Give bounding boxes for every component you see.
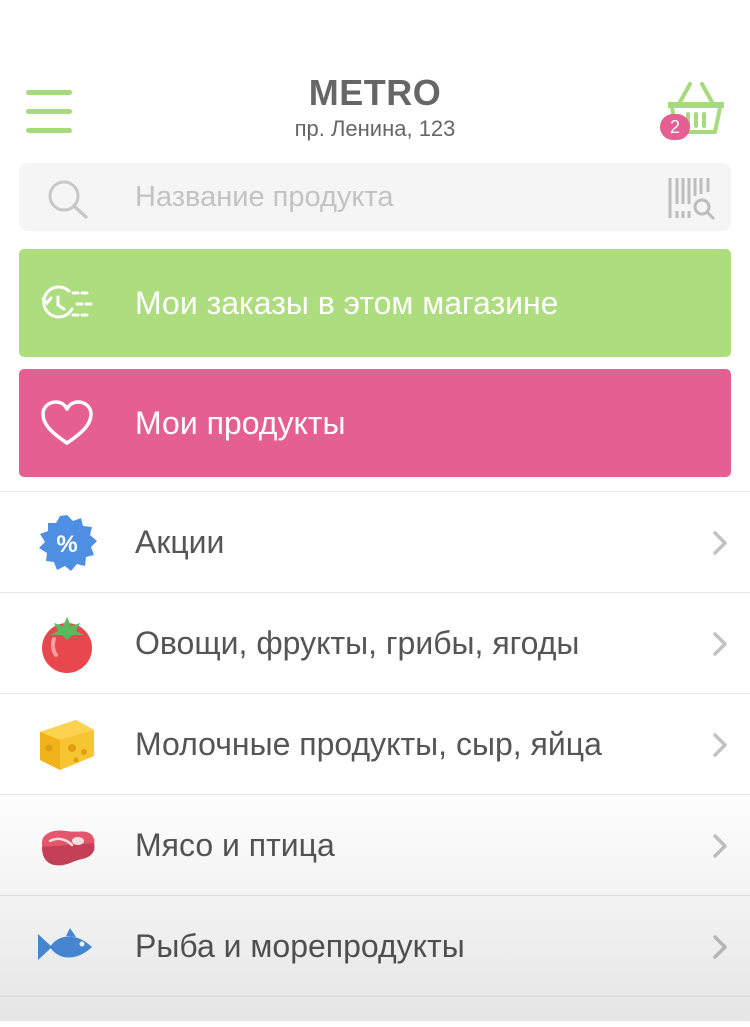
barcode-scan-icon[interactable] bbox=[667, 176, 715, 220]
category-label: Рыба и морепродукты bbox=[135, 928, 465, 964]
cheese-icon bbox=[40, 720, 94, 770]
search-bar[interactable] bbox=[19, 163, 731, 231]
category-item-promotions[interactable]: % Акции bbox=[0, 491, 750, 592]
my-products-button[interactable]: Мои продукты bbox=[19, 369, 731, 477]
category-item-next bbox=[0, 996, 750, 1027]
chevron-right-icon bbox=[713, 834, 727, 858]
chevron-right-icon bbox=[713, 935, 727, 959]
svg-text:%: % bbox=[56, 531, 77, 558]
store-address[interactable]: пр. Ленина, 123 bbox=[0, 116, 750, 142]
category-item-meat[interactable]: Мясо и птица bbox=[0, 794, 750, 895]
category-label: Акции bbox=[135, 524, 225, 560]
chevron-right-icon bbox=[713, 632, 727, 656]
category-label: Овощи, фрукты, грибы, ягоды bbox=[135, 625, 580, 661]
category-label: Мясо и птица bbox=[135, 827, 335, 863]
category-label: Молочные продукты, сыр, яйца bbox=[135, 726, 602, 762]
cart-count-badge: 2 bbox=[660, 114, 690, 140]
my-products-label: Мои продукты bbox=[135, 405, 346, 441]
order-history-icon bbox=[41, 285, 93, 319]
category-list: % Акции Овощи, фрукты, грибы, ягоды Моло… bbox=[0, 491, 750, 1027]
my-orders-button[interactable]: Мои заказы в этом магазине bbox=[19, 249, 731, 357]
category-item-fish[interactable]: Рыба и морепродукты bbox=[0, 895, 750, 996]
top-bar: METRO пр. Ленина, 123 2 bbox=[0, 0, 750, 160]
chevron-right-icon bbox=[713, 733, 727, 757]
heart-icon bbox=[41, 400, 93, 445]
tomato-icon bbox=[42, 617, 92, 673]
discount-badge-icon: % bbox=[39, 515, 97, 571]
search-icon bbox=[48, 180, 88, 219]
category-item-vegetables[interactable]: Овощи, фрукты, грибы, ягоды bbox=[0, 592, 750, 693]
chevron-right-icon bbox=[713, 531, 727, 555]
search-input[interactable] bbox=[135, 163, 655, 231]
steak-icon bbox=[42, 830, 95, 866]
fish-icon bbox=[38, 928, 92, 960]
category-item-dairy[interactable]: Молочные продукты, сыр, яйца bbox=[0, 693, 750, 794]
store-title: METRO bbox=[308, 72, 442, 113]
my-orders-label: Мои заказы в этом магазине bbox=[135, 285, 559, 321]
